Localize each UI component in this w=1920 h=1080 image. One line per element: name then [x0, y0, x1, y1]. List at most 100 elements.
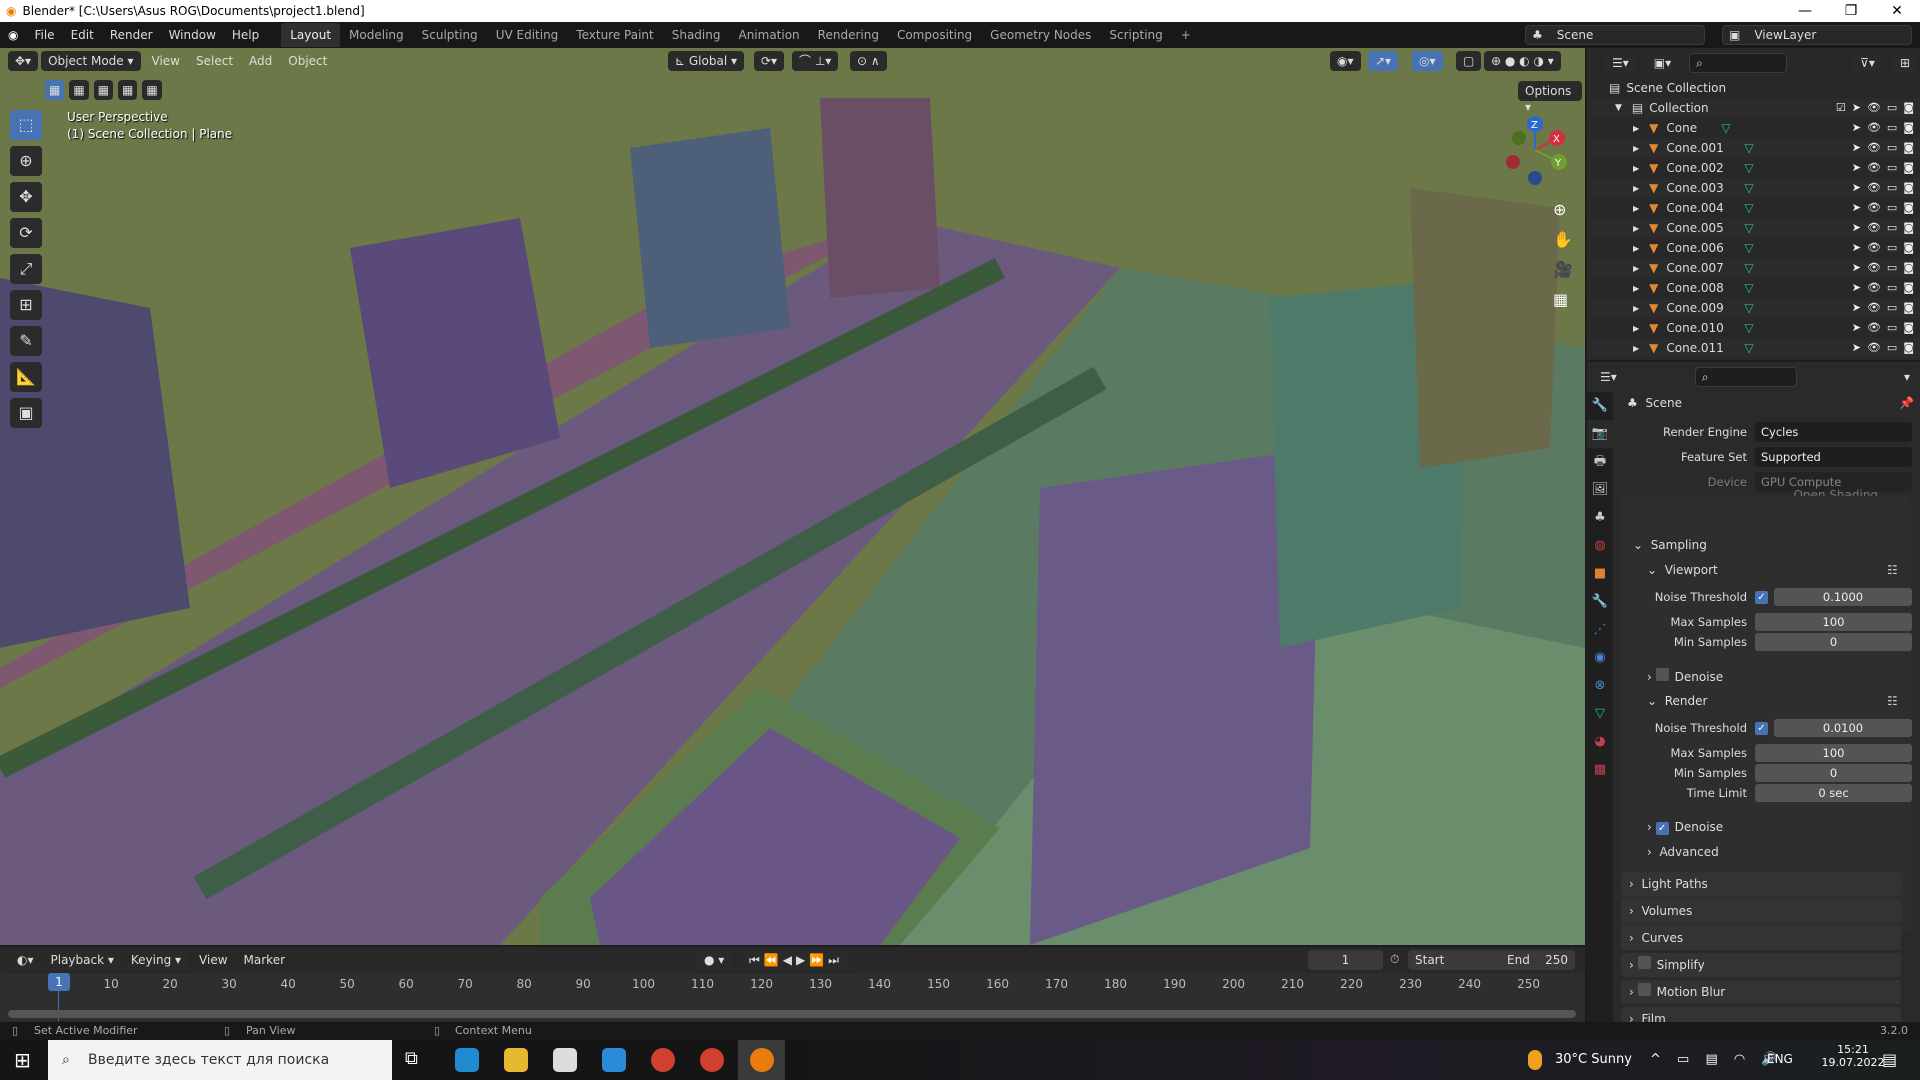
outliner-item[interactable]: ▶ ▼ Cone.002 ▽ ➤ 👁 ▭ ◙ [1587, 158, 1920, 178]
select-arrow-icon[interactable]: ➤ [1852, 238, 1861, 258]
weather-label[interactable]: 30°C Sunny [1555, 1052, 1632, 1067]
render-camera-icon[interactable]: ◙ [1903, 198, 1914, 218]
select-arrow-icon[interactable]: ➤ [1852, 98, 1861, 118]
expand-arrow-icon[interactable]: ▶ [1633, 124, 1639, 133]
viewport-display-icon[interactable]: ▭ [1887, 178, 1897, 198]
tool-tab-icon[interactable]: 🔧 [1587, 392, 1613, 420]
3d-viewport[interactable] [0, 48, 1585, 945]
playback-controls[interactable]: ⏮⏪◀▶⏩⏭ [742, 950, 850, 970]
select-subtract-icon[interactable]: ▦ [93, 80, 114, 100]
mesh-data-icon[interactable]: ▽ [1744, 201, 1753, 215]
tab-layout[interactable]: Layout [281, 23, 341, 47]
mesh-data-icon[interactable]: ▽ [1744, 221, 1753, 235]
eye-icon[interactable]: 👁 [1867, 138, 1881, 158]
add-workspace-button[interactable]: + [1172, 23, 1200, 47]
select-box-tool-icon[interactable]: ⬚ [10, 110, 42, 140]
scale-tool-icon[interactable]: ⤢ [10, 254, 42, 284]
properties-editor-type-button[interactable]: ☰▾ [1593, 367, 1624, 387]
simplify-checkbox[interactable] [1637, 956, 1651, 969]
select-arrow-icon[interactable]: ➤ [1852, 338, 1861, 358]
viewport-menu-add[interactable]: Add [241, 48, 280, 74]
material-tab-icon[interactable]: ◕ [1587, 728, 1613, 756]
particles-tab-icon[interactable]: ⋰ [1587, 616, 1613, 644]
tab-uv-editing[interactable]: UV Editing [487, 23, 568, 47]
move-tool-icon[interactable]: ✥ [10, 182, 42, 212]
render-camera-icon[interactable]: ◙ [1903, 118, 1914, 138]
select-arrow-icon[interactable]: ➤ [1852, 218, 1861, 238]
exclude-checkbox[interactable]: ☑ [1836, 98, 1846, 118]
panel-simplify[interactable]: › Simplify [1621, 953, 1901, 977]
outliner-item[interactable]: ▶ ▼ Cone.005 ▽ ➤ 👁 ▭ ◙ [1587, 218, 1920, 238]
mode-selector[interactable]: Object Mode ▾ [41, 51, 141, 71]
annotate-tool-icon[interactable]: ✎ [10, 326, 42, 356]
mesh-data-icon[interactable]: ▽ [1744, 341, 1753, 355]
viewport-display-icon[interactable]: ▭ [1887, 238, 1897, 258]
eye-icon[interactable]: 👁 [1867, 98, 1881, 118]
render-noise-threshold-checkbox[interactable]: ✓ [1755, 721, 1768, 735]
rotate-tool-icon[interactable]: ⟳ [10, 218, 42, 248]
outliner-search-input[interactable]: ⌕ [1689, 53, 1788, 73]
cursor-tool-icon[interactable]: ⊕ [10, 146, 42, 176]
viewport-display-icon[interactable]: ▭ [1887, 118, 1897, 138]
viewport-display-icon[interactable]: ▭ [1887, 278, 1897, 298]
sampling-panel-header[interactable]: ⌄ Sampling [1633, 538, 1707, 552]
expand-arrow-icon[interactable]: ▶ [1633, 164, 1639, 173]
presets-list-icon[interactable]: ☷ [1887, 563, 1898, 577]
pin-icon[interactable]: 📌 [1899, 396, 1914, 410]
playhead[interactable]: 1 [48, 973, 70, 991]
taskbar-search-input[interactable]: ⌕ Введите здесь текст для поиска [48, 1040, 392, 1080]
clock[interactable]: 15:21 19.07.2022 [1818, 1043, 1888, 1069]
render-camera-icon[interactable]: ◙ [1903, 318, 1914, 338]
constraints-tab-icon[interactable]: ⊗ [1587, 672, 1613, 700]
render-camera-icon[interactable]: ◙ [1903, 338, 1914, 358]
mesh-data-icon[interactable]: ▽ [1744, 281, 1753, 295]
eye-icon[interactable]: 👁 [1867, 178, 1881, 198]
pivot-point-button[interactable]: ⟳▾ [754, 51, 785, 71]
render-camera-icon[interactable]: ◙ [1903, 138, 1914, 158]
add-cube-tool-icon[interactable]: ▣ [10, 398, 42, 428]
viewport-display-icon[interactable]: ▭ [1887, 258, 1897, 278]
render-time-limit-field[interactable]: 0 sec [1755, 784, 1912, 802]
viewport-menu-object[interactable]: Object [280, 48, 335, 74]
world-tab-icon[interactable]: ◍ [1587, 532, 1613, 560]
expand-arrow-icon[interactable]: ▼ [1615, 103, 1622, 113]
render-camera-icon[interactable]: ◙ [1903, 178, 1914, 198]
expand-arrow-icon[interactable]: ▶ [1633, 184, 1639, 193]
tab-modeling[interactable]: Modeling [340, 23, 413, 47]
eye-icon[interactable]: 👁 [1867, 218, 1881, 238]
eye-icon[interactable]: 👁 [1867, 298, 1881, 318]
eye-icon[interactable]: 👁 [1867, 198, 1881, 218]
object-tab-icon[interactable]: ■ [1587, 560, 1613, 588]
viewport-display-icon[interactable]: ▭ [1887, 318, 1897, 338]
tab-scripting[interactable]: Scripting [1100, 23, 1171, 47]
properties-options-button[interactable]: ▾ [1896, 367, 1917, 387]
tab-compositing[interactable]: Compositing [888, 23, 981, 47]
outliner-item[interactable]: ▶ ▼ Cone.008 ▽ ➤ 👁 ▭ ◙ [1587, 278, 1920, 298]
render-camera-icon[interactable]: ◙ [1903, 258, 1914, 278]
auto-keying-button[interactable]: ● ▾ [697, 950, 732, 970]
motion-blur-checkbox[interactable] [1637, 983, 1651, 996]
modifier-tab-icon[interactable]: 🔧 [1587, 588, 1613, 616]
blender-taskbar-button[interactable] [738, 1040, 785, 1080]
maximize-button[interactable]: ❐ [1828, 0, 1874, 22]
gizmo-toggle-button[interactable]: ↗▾ [1368, 51, 1399, 71]
viewport-display-icon[interactable]: ▭ [1887, 158, 1897, 178]
tab-sculpting[interactable]: Sculpting [413, 23, 487, 47]
outliner-item[interactable]: ▶ ▼ Cone.004 ▽ ➤ 👁 ▭ ◙ [1587, 198, 1920, 218]
render-camera-icon[interactable]: ◙ [1903, 278, 1914, 298]
select-arrow-icon[interactable]: ➤ [1852, 278, 1861, 298]
viewport-noise-threshold-field[interactable]: 0.1000 [1774, 588, 1912, 606]
outliner-item[interactable]: ▶ ▼ Cone.001 ▽ ➤ 👁 ▭ ◙ [1587, 138, 1920, 158]
select-arrow-icon[interactable]: ➤ [1852, 198, 1861, 218]
viewport-display-icon[interactable]: ▭ [1887, 218, 1897, 238]
mesh-data-icon[interactable]: ▽ [1744, 161, 1753, 175]
timeline-menu-view[interactable]: View [191, 947, 235, 973]
outliner-item[interactable]: ▶ ▼ Cone.011 ▽ ➤ 👁 ▭ ◙ [1587, 338, 1920, 358]
eye-icon[interactable]: 👁 [1867, 118, 1881, 138]
render-max-samples-field[interactable]: 100 [1755, 744, 1912, 762]
scene-tab-icon[interactable]: ♣ [1587, 504, 1613, 532]
chrome-icon[interactable] [651, 1048, 675, 1072]
blender-menu-icon[interactable]: ◉ [0, 22, 26, 48]
edge-icon[interactable] [455, 1048, 479, 1072]
menu-file[interactable]: File [26, 22, 62, 48]
